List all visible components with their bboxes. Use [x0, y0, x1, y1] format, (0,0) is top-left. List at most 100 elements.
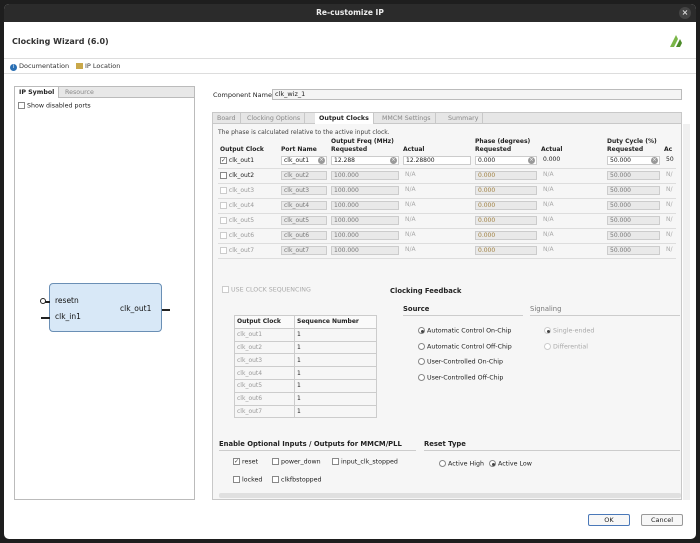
input-clk-stopped-checkbox[interactable] [332, 458, 339, 465]
port-name-input[interactable]: clk_out6 [281, 231, 327, 240]
seq-number-input[interactable]: 1 [294, 378, 377, 393]
tab-board[interactable]: Board [213, 113, 241, 124]
duty-requested-input[interactable]: 50.000 [607, 216, 660, 225]
cancel-button[interactable]: Cancel [641, 514, 683, 526]
port-name-input[interactable]: clk_out3 [281, 186, 327, 195]
use-clock-sequencing-checkbox[interactable] [222, 286, 229, 293]
close-icon[interactable]: × [679, 7, 691, 19]
use-clock-sequencing[interactable]: USE CLOCK SEQUENCING [222, 286, 311, 294]
radio-icon[interactable] [418, 327, 425, 334]
freq-requested-input[interactable]: 100.000 [331, 171, 399, 180]
duty-requested-input[interactable]: 50.000 [607, 186, 660, 195]
tab-output-clocks[interactable]: Output Clocks [315, 113, 374, 124]
seq-number-input[interactable]: 1 [294, 340, 377, 355]
clear-icon[interactable]: × [318, 156, 325, 164]
tab-resource[interactable]: Resource [61, 87, 98, 98]
seq-clock: clk_out4 [234, 366, 295, 380]
seq-number-input[interactable]: 1 [294, 404, 377, 419]
freq-requested-input[interactable]: 100.000 [331, 201, 399, 210]
divider [219, 450, 416, 451]
radio-icon[interactable] [544, 327, 551, 334]
freq-requested-input[interactable]: 100.000 [331, 216, 399, 225]
dialog-window: Re-customize IP × Clocking Wizard (6.0) … [4, 4, 696, 539]
power-down-checkbox[interactable] [272, 458, 279, 465]
freq-requested-input[interactable]: 12.288 × [331, 155, 399, 165]
phase-requested-input[interactable]: 0.000 [475, 216, 537, 225]
freq-requested-input[interactable]: 100.000 [331, 246, 399, 255]
duty-requested-input[interactable]: 50.000 [607, 231, 660, 240]
radio-icon[interactable] [439, 460, 446, 467]
clk-out3-checkbox[interactable] [220, 187, 227, 194]
tab-ip-symbol[interactable]: IP Symbol [15, 87, 60, 98]
radio-icon[interactable] [418, 358, 425, 365]
horizontal-scrollbar[interactable] [219, 493, 681, 498]
component-name-input[interactable]: clk_wiz_1 [272, 89, 682, 100]
opt-locked[interactable]: locked [233, 476, 262, 484]
clear-icon[interactable]: × [651, 156, 658, 164]
clk-out6-checkbox[interactable] [220, 232, 227, 239]
phase-requested-input[interactable]: 0.000 [475, 246, 537, 255]
port-name-input[interactable]: clk_out1 × [281, 155, 327, 165]
sub-toolbar: i Documentation IP Location [4, 59, 696, 74]
duty-requested-input[interactable]: 50.000 [607, 171, 660, 180]
source-option-auto-off-chip[interactable]: Automatic Control Off-Chip [418, 343, 512, 351]
radio-icon[interactable] [489, 460, 496, 467]
show-disabled-ports-checkbox[interactable] [18, 102, 25, 109]
reset-checkbox[interactable] [233, 458, 240, 465]
port-name-input[interactable]: clk_out7 [281, 246, 327, 255]
signaling-single-ended[interactable]: Single-ended [544, 327, 594, 335]
source-option-user-off-chip[interactable]: User-Controlled Off-Chip [418, 374, 503, 382]
seq-number-input[interactable]: 1 [294, 391, 377, 406]
radio-icon[interactable] [544, 343, 551, 350]
clk-out5-checkbox[interactable] [220, 217, 227, 224]
port-name-input[interactable]: clk_out4 [281, 201, 327, 210]
freq-requested-input[interactable]: 100.000 [331, 231, 399, 240]
clk-out7-checkbox[interactable] [220, 247, 227, 254]
documentation-link[interactable]: i Documentation [10, 62, 69, 71]
vertical-scrollbar[interactable] [683, 124, 690, 500]
opt-clkfbstopped[interactable]: clkfbstopped [272, 476, 322, 484]
freq-requested-input[interactable]: 100.000 [331, 186, 399, 195]
phase-requested-input[interactable]: 0.000 [475, 186, 537, 195]
duty-requested-input[interactable]: 50.000 [607, 201, 660, 210]
phase-requested-input[interactable]: 0.000 [475, 201, 537, 210]
opt-input-clk-stopped[interactable]: input_clk_stopped [332, 458, 398, 466]
source-option-auto-on-chip[interactable]: Automatic Control On-Chip [418, 327, 511, 335]
freq-actual-value: N/A [405, 231, 416, 238]
phase-requested-input[interactable]: 0.000 × [475, 155, 537, 165]
window-titlebar[interactable]: Re-customize IP × [4, 4, 696, 22]
ok-button[interactable]: OK [588, 514, 630, 526]
seq-number-input[interactable]: 1 [294, 353, 377, 368]
signaling-differential[interactable]: Differential [544, 343, 588, 351]
clkfbstopped-checkbox[interactable] [272, 476, 279, 483]
reset-active-high[interactable]: Active High [439, 460, 484, 468]
locked-checkbox[interactable] [233, 476, 240, 483]
reset-type-title: Reset Type [424, 440, 466, 448]
clk-out1-checkbox[interactable] [220, 156, 227, 164]
seq-number-input[interactable]: 1 [294, 366, 377, 380]
opt-reset[interactable]: reset [233, 458, 258, 466]
show-disabled-ports[interactable]: Show disabled ports [18, 102, 91, 110]
tab-clocking-options[interactable]: Clocking Options [243, 113, 306, 124]
port-name-input[interactable]: clk_out2 [281, 171, 327, 180]
phase-actual-value: N/A [543, 201, 554, 208]
freq-group-header: Output Freq (MHz) [331, 137, 394, 145]
port-name-input[interactable]: clk_out5 [281, 216, 327, 225]
opt-power-down[interactable]: power_down [272, 458, 321, 466]
radio-icon[interactable] [418, 343, 425, 350]
clear-icon[interactable]: × [528, 156, 535, 164]
source-option-user-on-chip[interactable]: User-Controlled On-Chip [418, 358, 503, 366]
radio-icon[interactable] [418, 374, 425, 381]
phase-requested-input[interactable]: 0.000 [475, 231, 537, 240]
duty-requested-input[interactable]: 50.000 × [607, 155, 660, 165]
clk-out2-checkbox[interactable] [220, 172, 227, 179]
seq-number-input[interactable]: 1 [294, 327, 377, 342]
reset-active-low[interactable]: Active Low [489, 460, 532, 468]
tab-summary[interactable]: Summary [444, 113, 484, 124]
tab-mmcm-settings[interactable]: MMCM Settings [378, 113, 436, 124]
clear-icon[interactable]: × [390, 156, 397, 164]
clk-out4-checkbox[interactable] [220, 202, 227, 209]
ip-location-link[interactable]: IP Location [76, 62, 120, 70]
duty-requested-input[interactable]: 50.000 [607, 246, 660, 255]
phase-requested-input[interactable]: 0.000 [475, 171, 537, 180]
